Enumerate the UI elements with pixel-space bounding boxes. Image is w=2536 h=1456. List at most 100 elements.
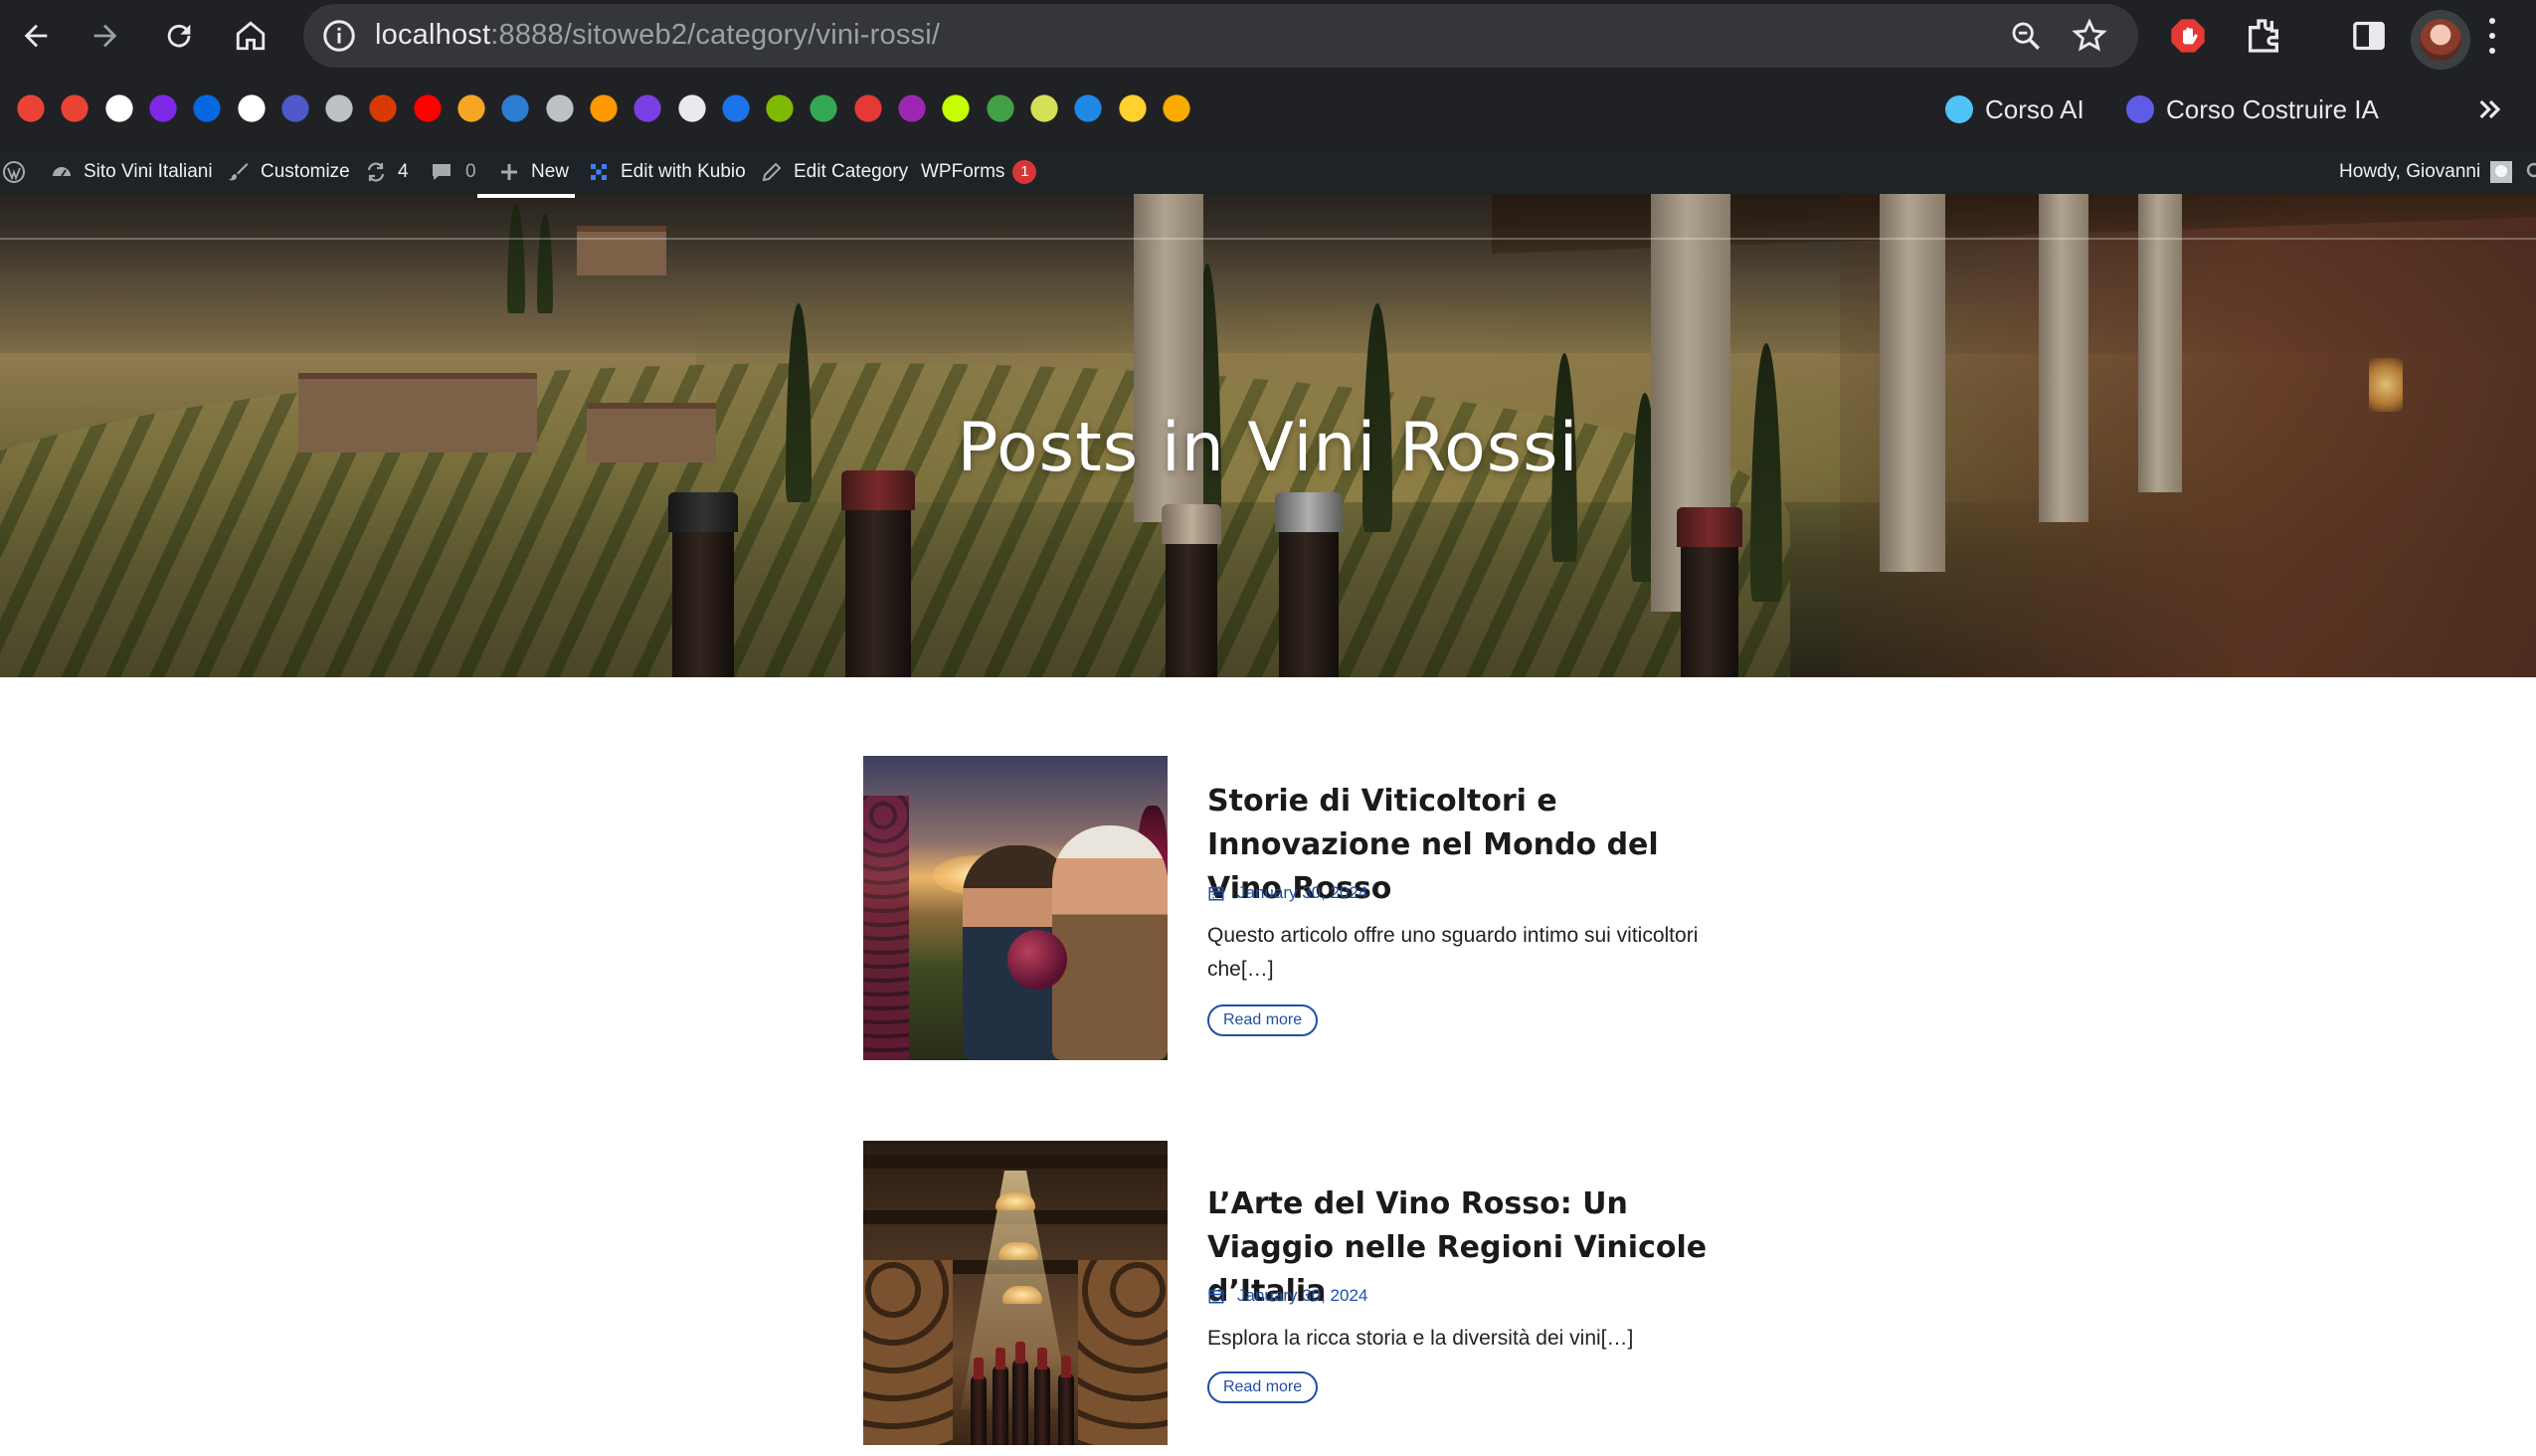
app-icon[interactable] [850,91,885,125]
post-thumbnail[interactable] [863,756,1168,1060]
app-icon[interactable] [454,91,488,125]
post-excerpt: Esplora la ricca storia e la diversità d… [1207,1327,1634,1350]
toolbar-gap [0,72,2536,86]
gmail-icon[interactable] [58,91,92,125]
edit-category-label: Edit Category [794,160,909,182]
app-icon[interactable] [674,91,709,125]
calendar-icon [1208,886,1224,901]
ceiling-lamp [1002,1286,1042,1304]
calendar-icon [1208,1289,1224,1304]
wp-avatar [2490,160,2513,183]
canva-icon[interactable] [145,91,180,125]
wpforms-badge: 1 [1012,159,1037,184]
page-title: Posts in Vini Rossi [957,409,1579,487]
kubio-icon [591,163,607,180]
globe-icon[interactable] [322,91,357,125]
comment-icon [433,163,451,180]
profile-avatar[interactable] [2411,10,2470,70]
reload-icon [167,24,191,48]
chart-icon[interactable] [983,91,1017,125]
microsoft-icon[interactable] [763,91,798,125]
post-card: Storie di Viticoltori e Innovazione nel … [863,756,1858,1064]
wp-new[interactable]: New [497,149,569,194]
grape-bunch [1007,930,1067,990]
bookmark-corso-costruire-ia[interactable]: Corso Costruire IA [2126,91,2379,127]
bookmark-label: Corso Costruire IA [2166,93,2379,124]
post-date-text[interactable]: January 30, 2024 [1237,1286,1367,1306]
updates-count: 4 [398,160,409,182]
browser-menu-icon[interactable] [2484,14,2500,58]
bookmark-label: Corso AI [1985,93,2084,124]
updates-icon [367,161,385,182]
side-panel-icon[interactable] [2349,16,2389,56]
wp-updates[interactable]: 4 [364,149,409,194]
glasp-icon[interactable] [101,91,136,125]
url-text[interactable]: localhost:8888/sitoweb2/category/vini-ro… [375,19,940,52]
wine-bottle [1058,1356,1074,1445]
home-icon [236,21,266,51]
wp-customize[interactable]: Customize [227,149,350,194]
wine-bottle [971,1358,987,1445]
forward-button[interactable] [82,12,129,60]
arrow-right-icon [93,24,117,48]
globe-icon[interactable] [542,91,577,125]
brush-icon [229,162,249,180]
barrel-stack [863,1260,953,1445]
gmail-icon[interactable] [14,91,48,125]
site-name-label: Sito Vini Italiani [84,160,213,182]
meta-icon[interactable] [190,91,225,125]
read-more-button[interactable]: Read more [1207,1371,1319,1403]
wp-admin-bar: Sito Vini Italiani Customize 4 0 New Edi… [0,149,2536,194]
bookmark-corso-ai[interactable]: Corso AI [1945,91,2084,127]
post-thumbnail[interactable] [863,1141,1168,1445]
hb-icon[interactable] [1026,91,1061,125]
wp-search[interactable] [2524,149,2536,194]
wp-comments[interactable]: 0 [430,149,476,194]
teams-icon[interactable] [277,91,312,125]
amazon-icon[interactable] [586,91,621,125]
read-more-button[interactable]: Read more [1207,1004,1319,1036]
youtube-icon[interactable] [410,91,445,125]
bookmark-star-icon[interactable] [2071,17,2108,55]
arrow-left-icon [24,24,48,48]
hero-banner: Posts in Vini Rossi [0,194,2536,677]
reload-button[interactable] [155,12,203,60]
post-date-text[interactable]: January 30, 2024 [1237,883,1367,903]
play-icon[interactable] [498,91,533,125]
wordpress-menu[interactable] [2,149,36,194]
chevron-double-right-icon[interactable] [2474,93,2506,125]
back-button[interactable] [12,12,60,60]
home-button[interactable] [227,12,274,60]
bookmarks-bar: Corso AI Corso Costruire IA [0,86,2536,133]
site-info-icon[interactable] [321,18,357,54]
wp-wpforms[interactable]: WPForms 1 [921,149,1037,194]
wp-edit-category[interactable]: Edit Category [760,149,908,194]
app-icon[interactable] [631,91,665,125]
app-icon[interactable] [718,91,753,125]
bookmark-dot-icon [2126,95,2154,123]
wp-site-name[interactable]: Sito Vini Italiani [50,149,213,194]
new-label: New [531,160,570,182]
adblock-icon[interactable] [2168,16,2208,56]
wine-bottle [993,1348,1008,1445]
google-icon[interactable] [234,91,269,125]
address-bar[interactable]: localhost:8888/sitoweb2/category/vini-ro… [303,4,2138,68]
ceiling-lamp [998,1242,1038,1260]
miro-icon[interactable] [1115,91,1150,125]
app-icon[interactable] [895,91,929,125]
nav-active-indicator [477,194,575,198]
drive-icon[interactable] [807,91,841,125]
office-icon[interactable] [366,91,401,125]
zoom-icon[interactable] [2009,19,2043,53]
ceiling-lamp [996,1192,1035,1210]
extensions-icon[interactable] [2244,16,2283,56]
analytics-icon[interactable] [1159,91,1193,125]
wordpress-icon [3,160,25,183]
wp-my-account[interactable]: Howdy, Giovanni [2339,149,2513,194]
howdy-label: Howdy, Giovanni [2339,160,2481,182]
ef-icon[interactable] [1071,91,1106,125]
avatar-image [2420,19,2461,61]
wp-edit-with-kubio[interactable]: Edit with Kubio [587,149,746,194]
ceiling-beam [863,1155,1168,1169]
app-icon[interactable] [939,91,974,125]
